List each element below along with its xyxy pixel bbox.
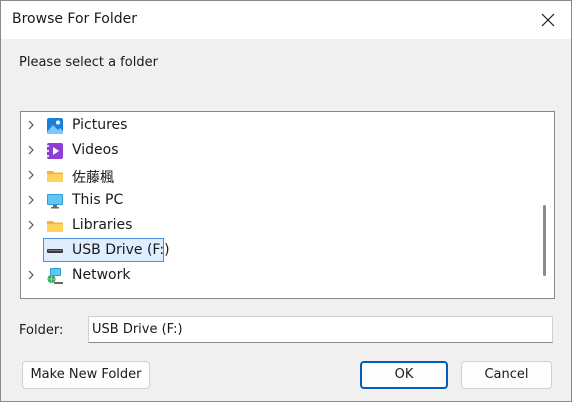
tree-item-label: 佐藤楓 — [72, 170, 114, 186]
tree-item-videos[interactable]: Videos — [21, 138, 536, 163]
ok-button[interactable]: OK — [360, 361, 448, 389]
pictures-icon — [47, 118, 63, 134]
tree-item-libraries[interactable]: Libraries — [21, 213, 536, 238]
network-icon — [47, 268, 63, 284]
tree-item-label: Libraries — [72, 217, 133, 233]
folder-tree[interactable]: Pictures Videos 佐藤楓 This PC Libraries US… — [20, 111, 555, 299]
tree-item-label: Pictures — [72, 117, 128, 133]
usb-drive-icon — [47, 249, 63, 253]
chevron-right-icon[interactable] — [26, 195, 36, 205]
cancel-button[interactable]: Cancel — [461, 361, 552, 389]
libraries-folder-icon — [47, 221, 63, 232]
close-icon — [541, 13, 555, 27]
chevron-right-icon[interactable] — [26, 220, 36, 230]
close-button[interactable] — [525, 1, 571, 39]
tree-item-this-pc[interactable]: This PC — [21, 188, 536, 213]
vertical-scrollbar-thumb[interactable] — [543, 205, 546, 276]
folder-field-label: Folder: — [19, 323, 64, 338]
tree-item-user-folder[interactable]: 佐藤楓 — [21, 163, 536, 188]
chevron-right-icon[interactable] — [26, 270, 36, 280]
tree-item-label: Videos — [72, 142, 119, 158]
window-title: Browse For Folder — [12, 11, 138, 27]
tree-item-label: This PC — [72, 192, 124, 208]
tree-item-label: USB Drive (F:) — [72, 242, 170, 258]
chevron-right-icon[interactable] — [26, 120, 36, 130]
chevron-right-icon[interactable] — [26, 170, 36, 180]
user-folder-icon — [47, 171, 63, 182]
make-new-folder-button[interactable]: Make New Folder — [22, 361, 150, 389]
title-bar: Browse For Folder — [1, 1, 571, 39]
chevron-right-icon[interactable] — [26, 145, 36, 155]
folder-input[interactable] — [88, 316, 553, 343]
tree-item-label: Network — [72, 267, 131, 283]
tree-item-pictures[interactable]: Pictures — [21, 113, 536, 138]
tree-item-usb-drive[interactable]: USB Drive (F:) — [21, 238, 536, 263]
tree-item-network[interactable]: Network — [21, 263, 536, 288]
monitor-icon — [47, 194, 63, 209]
instruction-text: Please select a folder — [19, 55, 158, 70]
browse-for-folder-dialog: Browse For Folder Please select a folder… — [0, 0, 572, 402]
videos-icon — [47, 143, 63, 159]
